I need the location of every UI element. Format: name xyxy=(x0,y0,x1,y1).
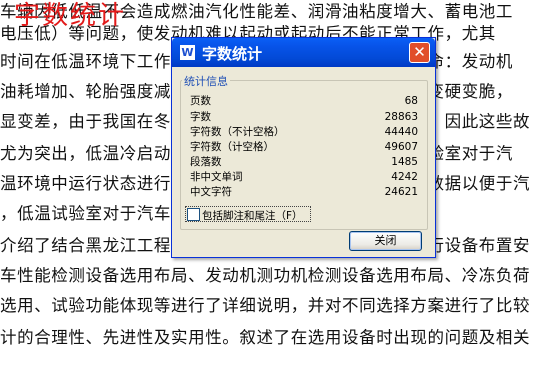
checkbox-label[interactable]: 包括脚注和尾注（F） xyxy=(202,208,303,223)
stat-label: 页数 xyxy=(190,95,211,107)
include-footnotes-checkbox[interactable]: 包括脚注和尾注（F） xyxy=(185,206,311,222)
dialog-titlebar[interactable]: W 字数统计 ✕ xyxy=(172,38,435,67)
stat-label: 非中文单词 xyxy=(190,171,243,183)
document-heading: 字数统计 xyxy=(14,1,127,31)
document-line: 计的合理性、先进性及实用性。叙述了在选用设备时出现的问题及相关 xyxy=(0,328,531,347)
document-line: 车性能检测设备选用布局、发动机测功机检测设备选用布局、冷冻负荷 xyxy=(0,266,531,285)
document-line: 选用、试验功能体现等进行了详细说明，并对不同选择方案进行了比较 xyxy=(0,296,531,315)
stat-value: 24621 xyxy=(384,186,418,198)
stat-row-chars-with-spaces: 字符数（计空格） 49607 xyxy=(190,141,418,154)
stat-row-non-chinese-words: 非中文单词 4242 xyxy=(190,171,418,184)
app-icon: W xyxy=(180,45,195,60)
stat-value: 28863 xyxy=(384,111,418,123)
stat-row-words: 字数 28863 xyxy=(190,111,418,124)
stat-value: 44440 xyxy=(384,126,418,138)
stat-value: 1485 xyxy=(391,156,418,168)
stat-value: 49607 xyxy=(384,141,418,153)
stat-label: 字符数（计空格） xyxy=(190,141,274,153)
stat-row-paragraphs: 段落数 1485 xyxy=(190,156,418,169)
stat-value: 4242 xyxy=(391,171,418,183)
stat-row-pages: 页数 68 xyxy=(190,95,418,108)
stat-label: 段落数 xyxy=(190,156,222,168)
stat-row-chars-no-spaces: 字符数（不计空格） 44440 xyxy=(190,126,418,139)
close-button[interactable]: 关闭 xyxy=(349,231,422,251)
checkbox-box[interactable] xyxy=(187,208,200,221)
stat-label: 中文字符 xyxy=(190,186,232,198)
close-icon[interactable]: ✕ xyxy=(409,42,430,63)
stat-label: 字数 xyxy=(190,111,211,123)
stat-row-chinese-chars: 中文字符 24621 xyxy=(190,186,418,199)
stat-label: 字符数（不计空格） xyxy=(190,126,285,138)
group-title: 统计信息 xyxy=(182,73,230,89)
stat-value: 68 xyxy=(404,95,418,107)
dialog-title: 字数统计 xyxy=(202,45,263,63)
word-count-dialog: W 字数统计 ✕ 统计信息 页数 68 字数 28863 字符数（不计空格） 4… xyxy=(171,37,436,258)
